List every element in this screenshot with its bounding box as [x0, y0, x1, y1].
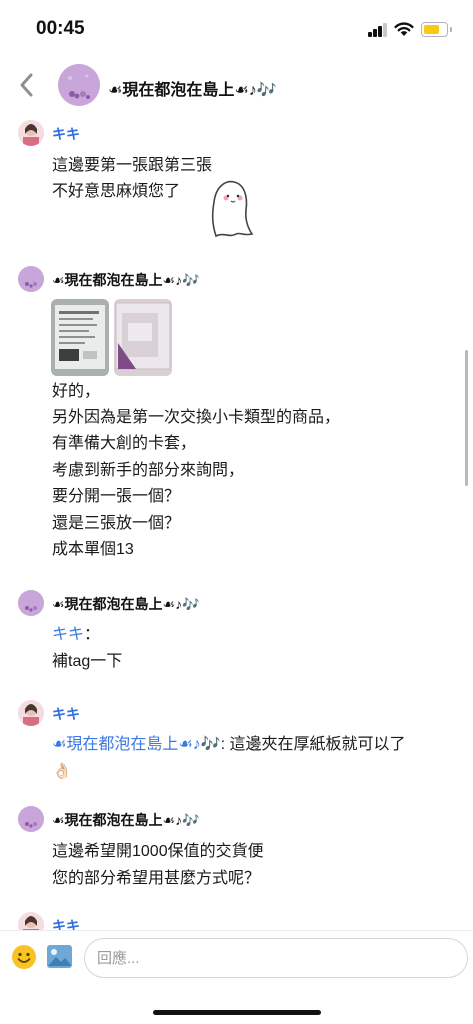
avatar[interactable]	[18, 700, 44, 726]
chevron-left-icon[interactable]	[14, 70, 40, 100]
ok-hand-emoji: 👌🏻	[52, 763, 72, 780]
avatar[interactable]	[18, 590, 44, 616]
battery-icon	[421, 22, 448, 37]
chat-title: ☙現在都泡在島上☙♪🎶	[108, 82, 277, 99]
smiley-icon[interactable]	[11, 944, 37, 970]
sender-name[interactable]: キキ	[52, 124, 80, 144]
avatar[interactable]	[18, 266, 44, 292]
home-indicator[interactable]	[153, 1010, 321, 1015]
message-text: 還是三張放一個？	[52, 515, 181, 532]
message-mention-line: キキ：	[52, 623, 100, 647]
wifi-icon	[394, 22, 414, 36]
signal-icon	[368, 23, 388, 37]
chat-header: ☙現在都泡在島上☙♪🎶	[0, 56, 473, 114]
sender-name[interactable]: キキ	[52, 916, 80, 930]
sender-name[interactable]: ☙現在都泡在島上☙♪🎶	[52, 270, 200, 290]
message-text: 有準備大創的卡套，	[52, 435, 197, 452]
sender-name[interactable]: ☙現在都泡在島上☙♪🎶	[52, 594, 200, 614]
sender-name[interactable]: キキ	[52, 704, 80, 724]
mention-link[interactable]: ☙現在都泡在島上☙♪🎶	[52, 736, 221, 753]
ghost-sticker[interactable]	[206, 174, 256, 238]
message-text: 要分開一張一個？	[52, 488, 181, 505]
battery-cap	[450, 27, 452, 32]
image-icon[interactable]	[46, 944, 73, 969]
message-mention-line: ☙現在都泡在島上☙♪🎶: 這邊夾在厚紙板就可以了	[52, 733, 406, 757]
message-text: 補tag一下	[52, 653, 123, 670]
message-text: 另外因為是第一次交換小卡類型的商品，	[52, 409, 341, 426]
composer-bar	[0, 930, 473, 1024]
attachment-image[interactable]	[51, 299, 109, 376]
message-text: 這邊要第一張跟第三張	[52, 157, 213, 174]
sender-name[interactable]: ☙現在都泡在島上☙♪🎶	[52, 810, 200, 830]
attachment-image[interactable]	[114, 299, 172, 376]
message-text: 這邊希望開1000保值的交貨便	[52, 843, 264, 860]
message-text: 您的部分希望用甚麼方式呢？	[52, 870, 261, 887]
reply-input[interactable]	[84, 938, 468, 978]
message-text: 不好意思麻煩您了	[52, 183, 181, 200]
avatar[interactable]	[18, 806, 44, 832]
avatar[interactable]	[18, 120, 44, 146]
message-text: 考慮到新手的部分來詢問，	[52, 462, 245, 479]
mention-suffix: ：	[84, 626, 101, 643]
status-time: 00:45	[36, 18, 85, 39]
message-text: 好的，	[52, 383, 101, 400]
message-feed[interactable]: キキ 這邊要第一張跟第三張 不好意思麻煩您了 ☙現在都泡在島上☙♪🎶 好的， 另…	[0, 114, 473, 930]
status-bar: 00:45	[0, 0, 473, 56]
scrollbar[interactable]	[465, 350, 468, 486]
message-text: 成本單個13	[52, 541, 134, 558]
avatar[interactable]	[18, 912, 44, 930]
mention-link[interactable]: キキ	[52, 626, 84, 643]
message-text: : 這邊夾在厚紙板就可以了	[220, 736, 406, 753]
chat-avatar[interactable]	[58, 64, 100, 106]
